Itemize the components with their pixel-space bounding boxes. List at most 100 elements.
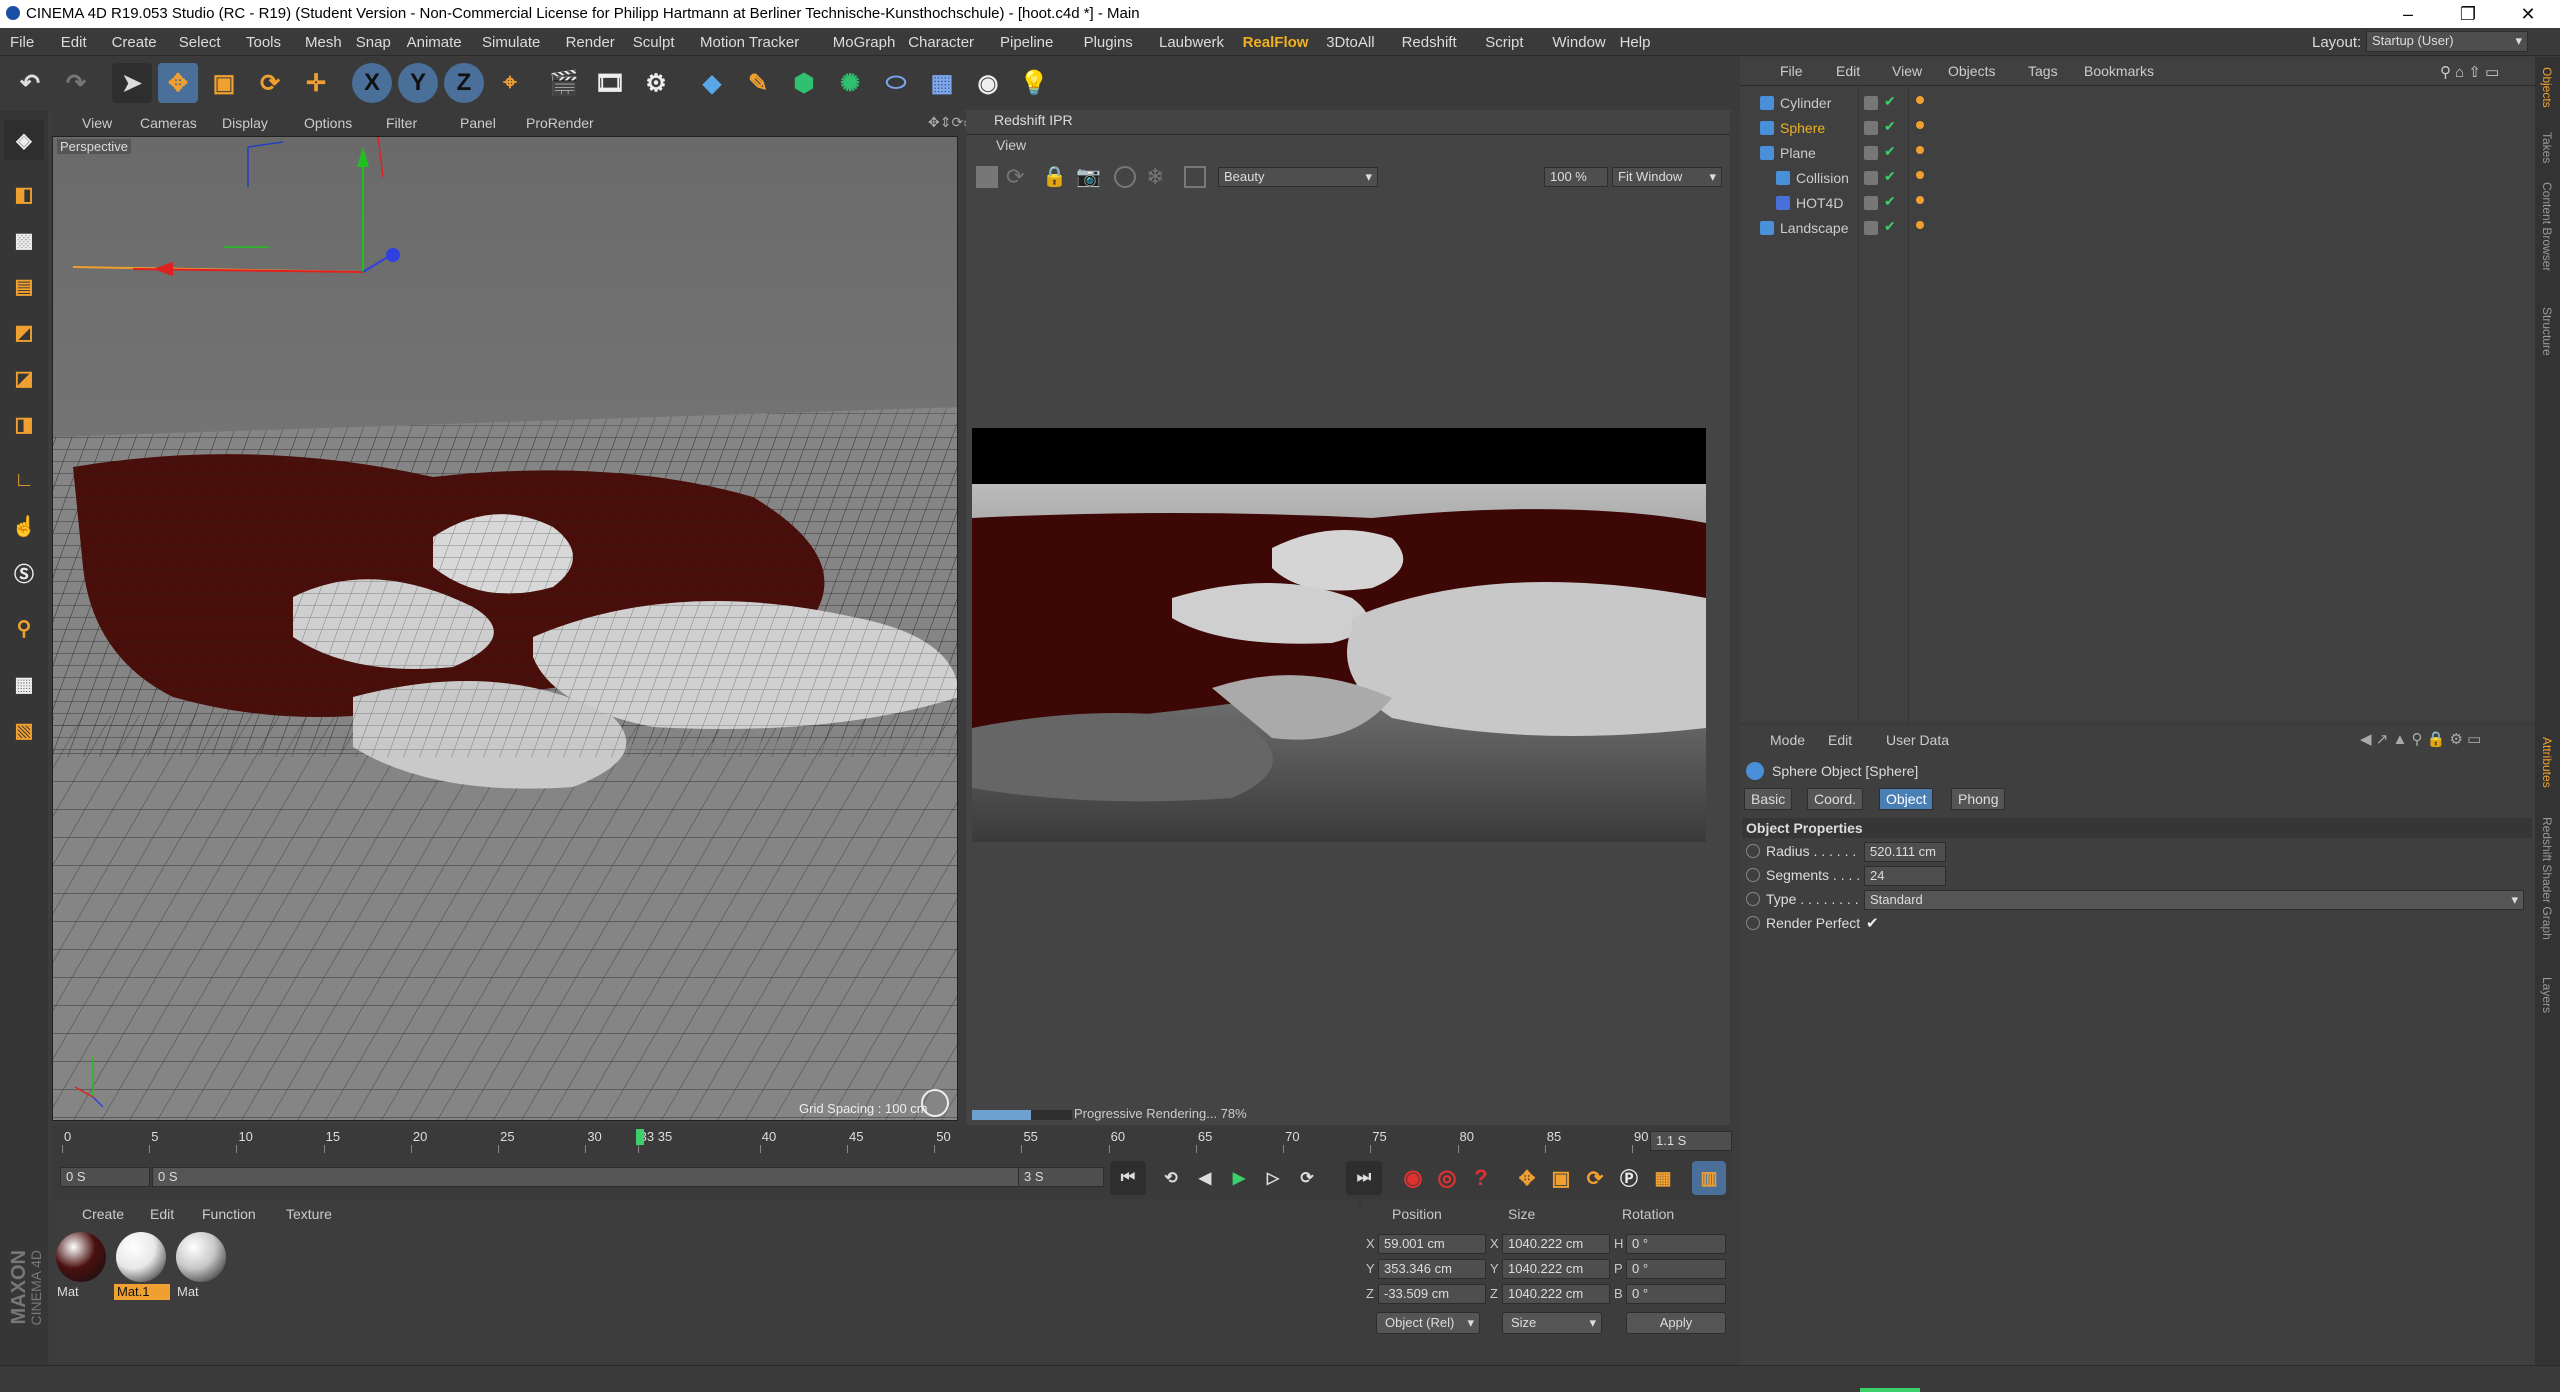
attribute-menu-edit[interactable]: Edit: [1828, 732, 1852, 748]
time-range-slider[interactable]: 0 S 3 S: [152, 1167, 1062, 1187]
object-menu-tags[interactable]: Tags: [2028, 63, 2058, 79]
parameter-key-icon[interactable]: Ⓟ: [1614, 1161, 1644, 1195]
tab-layers[interactable]: Layers: [2540, 977, 2554, 1013]
maximize-button[interactable]: ❐: [2440, 0, 2496, 28]
viewport-menu-filter[interactable]: Filter: [386, 115, 417, 131]
prev-frame-icon[interactable]: ◀: [1190, 1161, 1220, 1195]
close-button[interactable]: ✕: [2500, 0, 2556, 28]
undo-icon[interactable]: ↶: [10, 63, 50, 103]
object-menu-view[interactable]: View: [1892, 63, 1922, 79]
material-swatch[interactable]: Mat: [174, 1230, 230, 1300]
enabled-check-icon[interactable]: ✔: [1884, 193, 1896, 210]
lock-icon[interactable]: 🔒: [1042, 164, 1067, 189]
refresh-icon[interactable]: [921, 1089, 949, 1117]
workplane-icon[interactable]: ▤: [4, 266, 44, 306]
size-field[interactable]: 1040.222 cm: [1502, 1234, 1610, 1254]
display-toggle-icon[interactable]: [1864, 221, 1878, 235]
pen-icon[interactable]: ✎: [738, 63, 778, 103]
freeze-icon[interactable]: ❄: [1146, 164, 1164, 190]
menu-script[interactable]: Script: [1485, 34, 1523, 51]
play-icon[interactable]: ▶: [1224, 1161, 1254, 1195]
menu-realflow[interactable]: RealFlow: [1243, 34, 1309, 51]
prev-key-icon[interactable]: ⟲: [1156, 1161, 1186, 1195]
material-swatch[interactable]: Mat.1: [114, 1230, 170, 1300]
enabled-check-icon[interactable]: ✔: [1884, 118, 1896, 135]
render-picture-viewer-icon[interactable]: 🎞: [590, 63, 630, 103]
menu-mesh[interactable]: Mesh: [305, 34, 342, 51]
object-row[interactable]: Landscape ✔: [1740, 216, 2535, 241]
apply-button[interactable]: Apply: [1626, 1312, 1726, 1334]
material-menu-edit[interactable]: Edit: [150, 1206, 174, 1222]
solo-icon[interactable]: Ⓢ: [4, 552, 44, 592]
minimize-button[interactable]: –: [2380, 0, 2436, 28]
polygons-mode-icon[interactable]: ◨: [4, 404, 44, 444]
tweak-icon[interactable]: ☝: [4, 506, 44, 546]
end-time-field[interactable]: 3 S: [1018, 1167, 1104, 1187]
size-mode-select[interactable]: Size ▾: [1502, 1312, 1602, 1334]
crop-icon[interactable]: [1184, 166, 1206, 188]
next-key-icon[interactable]: ⟳: [1292, 1161, 1322, 1195]
viewport-menu-options[interactable]: Options: [304, 115, 352, 131]
viewport-menu-prorender[interactable]: ProRender: [526, 115, 594, 131]
move-icon[interactable]: ✥: [158, 63, 198, 103]
object-row[interactable]: Sphere ✔: [1740, 116, 2535, 141]
menu-help[interactable]: Help: [1620, 34, 1651, 51]
layout-select[interactable]: Startup (User) ▾: [2366, 31, 2528, 52]
attribute-menu-mode[interactable]: Mode: [1770, 732, 1805, 748]
object-menu-bookmarks[interactable]: Bookmarks: [2084, 63, 2154, 79]
menu-render[interactable]: Render: [566, 34, 615, 51]
material-swatch[interactable]: Mat: [54, 1230, 110, 1300]
tab-content-browser[interactable]: Content Browser: [2540, 182, 2554, 271]
viewport-menu-view[interactable]: View: [82, 115, 112, 131]
position-key-icon[interactable]: ✥: [1512, 1161, 1542, 1195]
snap-icon[interactable]: ⚲: [4, 608, 44, 648]
tab-structure[interactable]: Structure: [2540, 307, 2554, 356]
property-field[interactable]: 520.111 cm: [1864, 842, 1946, 862]
floor-icon[interactable]: ▦: [922, 63, 962, 103]
menu-sculpt[interactable]: Sculpt: [633, 34, 675, 51]
model-mode-icon[interactable]: ◧: [4, 174, 44, 214]
menu-file[interactable]: File: [10, 34, 34, 51]
rotation-field[interactable]: 0 °: [1626, 1284, 1726, 1304]
viewport-menu-display[interactable]: Display: [222, 115, 268, 131]
next-frame-icon[interactable]: ▷: [1258, 1161, 1288, 1195]
display-toggle-icon[interactable]: [1864, 96, 1878, 110]
subdivision-icon[interactable]: ⬢: [784, 63, 824, 103]
render-view-icon[interactable]: 🎬: [544, 63, 584, 103]
size-field[interactable]: 1040.222 cm: [1502, 1259, 1610, 1279]
coord-mode-select[interactable]: Object (Rel) ▾: [1376, 1312, 1480, 1334]
refresh-render-icon[interactable]: ⟳: [1006, 164, 1024, 190]
stop-icon[interactable]: [976, 166, 998, 188]
viewport-menu-cameras[interactable]: Cameras: [140, 115, 197, 131]
menu-character[interactable]: Character: [908, 34, 974, 51]
position-field[interactable]: 59.001 cm: [1378, 1234, 1486, 1254]
render-perfect-checkbox[interactable]: ✔: [1866, 914, 1879, 932]
start-time-field[interactable]: 0 S: [60, 1167, 150, 1187]
rotation-field[interactable]: 0 °: [1626, 1234, 1726, 1254]
display-toggle-icon[interactable]: [1864, 121, 1878, 135]
z-axis-lock-icon[interactable]: Z: [444, 63, 484, 103]
enabled-check-icon[interactable]: ✔: [1884, 93, 1896, 110]
object-manager-search-icons[interactable]: ⚲ ⌂ ⇧ ▭: [2440, 63, 2499, 81]
edges-mode-icon[interactable]: ◪: [4, 358, 44, 398]
go-to-start-icon[interactable]: ⏮: [1110, 1161, 1146, 1195]
type-select[interactable]: Standard ▾: [1864, 890, 2524, 910]
size-field[interactable]: 1040.222 cm: [1502, 1284, 1610, 1304]
live-select-icon[interactable]: ✛: [296, 63, 336, 103]
tab-redshift-shader-graph[interactable]: Redshift Shader Graph: [2540, 817, 2554, 940]
object-row[interactable]: HOT4D ✔: [1740, 191, 2535, 216]
display-toggle-icon[interactable]: [1864, 196, 1878, 210]
object-menu-edit[interactable]: Edit: [1836, 63, 1860, 79]
select-arrow-icon[interactable]: ➤: [112, 63, 152, 103]
animate-dot-icon[interactable]: [1746, 916, 1760, 930]
material-menu-function[interactable]: Function: [202, 1206, 256, 1222]
frame-ruler[interactable]: 0 5 10 15 20 25 30 33 35 40 45 50 55 60 65 70 75 80 85 90: [62, 1125, 1662, 1155]
object-row[interactable]: Collision ✔: [1740, 166, 2535, 191]
enabled-check-icon[interactable]: ✔: [1884, 143, 1896, 160]
perspective-viewport[interactable]: Perspective Grid Spacing : 100 cm: [52, 136, 958, 1121]
rotate-icon[interactable]: ⟳: [250, 63, 290, 103]
material-menu-create[interactable]: Create: [82, 1206, 124, 1222]
make-editable-icon[interactable]: ◈: [4, 120, 44, 160]
scale-icon[interactable]: ▣: [204, 63, 244, 103]
menu-pipeline[interactable]: Pipeline: [1000, 34, 1053, 51]
